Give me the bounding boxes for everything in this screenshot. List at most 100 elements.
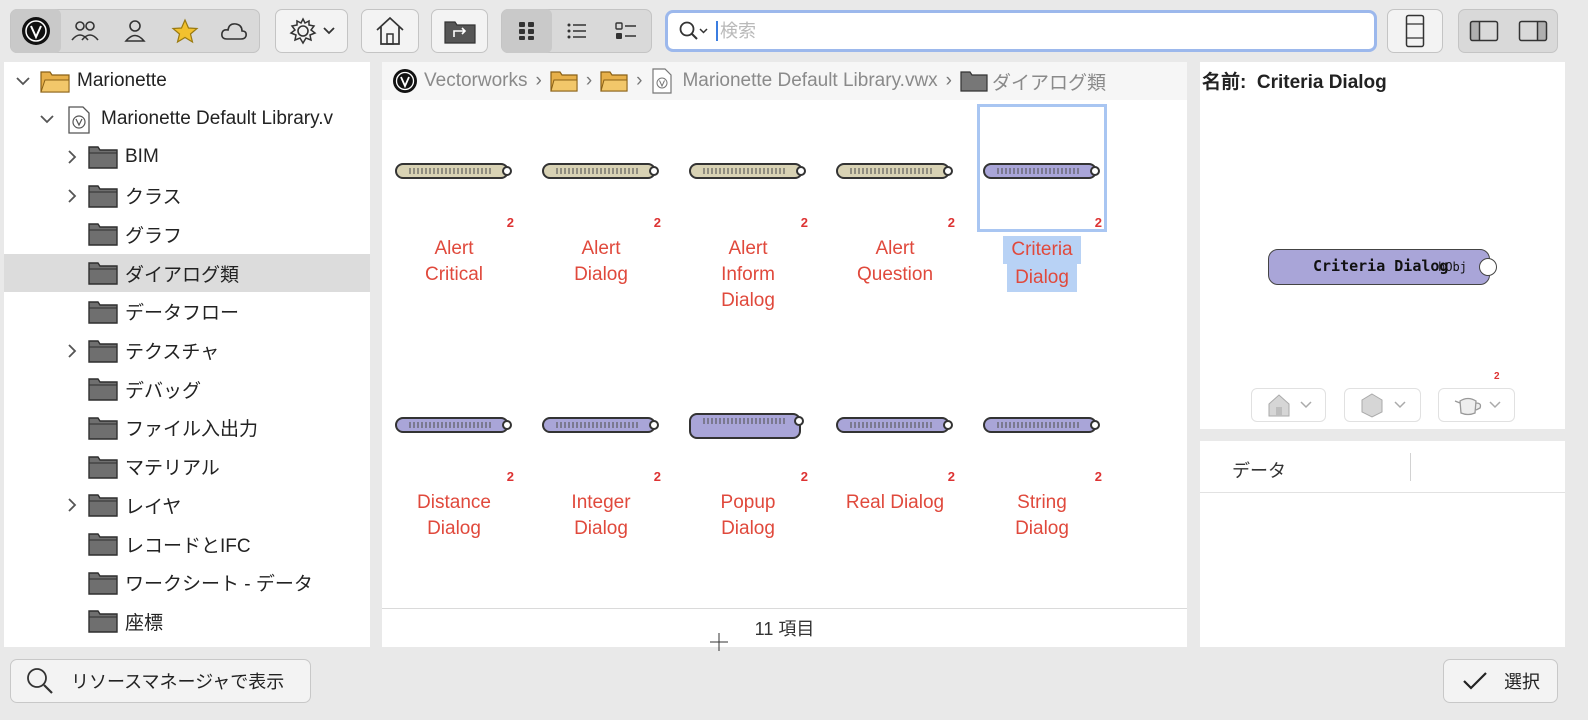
breadcrumb-separator: ›	[945, 70, 952, 91]
tree-folder-label: ダイアログ類	[125, 264, 240, 286]
node-thumbnail-text	[409, 168, 493, 174]
item-count-status: 11 項目	[382, 608, 1187, 647]
preview-mode-dropdown[interactable]	[1251, 388, 1326, 422]
column-divider[interactable]	[1410, 453, 1411, 481]
resource-thumbnail[interactable]: 2	[977, 358, 1107, 486]
resource-thumbnail[interactable]: 2	[536, 104, 666, 232]
grid-view-button[interactable]	[502, 9, 552, 53]
vectorworks-library-button[interactable]	[11, 9, 61, 53]
resource-thumbnail[interactable]: 2	[389, 358, 519, 486]
name-value: Criteria Dialog	[1256, 72, 1387, 93]
resource-tile-label-line: Dialog	[721, 518, 775, 539]
tree-folder-item[interactable]: BIM	[4, 138, 370, 176]
cloud-library-button[interactable]	[209, 9, 259, 53]
tree-folder-item[interactable]: グラフ	[4, 215, 370, 253]
tree-folder-label: データフロー	[125, 303, 240, 325]
tree-folder-item[interactable]: ダイアログ類	[4, 254, 370, 293]
tree-folder-item[interactable]: データフロー	[4, 293, 370, 331]
node-output-port	[649, 166, 659, 176]
tree-folder-label: レイヤ	[125, 496, 182, 518]
chevron-right-icon[interactable]	[65, 343, 79, 358]
tree-folder-item[interactable]: デバッグ	[4, 370, 370, 408]
folder-icon	[88, 378, 118, 401]
tree-folder-item[interactable]: テクスチャ	[4, 332, 370, 370]
parent-folder-button[interactable]	[431, 9, 488, 53]
home-button[interactable]	[361, 9, 419, 53]
search-field[interactable]: 検索	[665, 10, 1377, 52]
node-preview-title: Criteria Dialog	[1313, 257, 1449, 275]
tree-folder-item[interactable]: ファイル入出力	[4, 409, 370, 447]
chevron-right-icon[interactable]	[65, 150, 79, 164]
right-sidebar-icon	[1518, 20, 1547, 42]
resource-thumbnail[interactable]: 2	[536, 358, 666, 486]
node-output-port	[1090, 166, 1100, 176]
tree-file-node[interactable]: Marionette Default Library.v	[4, 100, 370, 138]
tree-folder-item[interactable]: レイヤ	[4, 486, 370, 524]
tree-folder-item[interactable]: マテリアル	[4, 448, 370, 486]
resource-thumbnail[interactable]: 2	[977, 104, 1107, 232]
tree-root-marionette[interactable]: Marionette	[4, 62, 370, 100]
resource-thumbnail[interactable]: 2	[830, 104, 960, 232]
preview-layout-button[interactable]	[1387, 9, 1443, 53]
node-output-port	[794, 416, 804, 426]
node-preview-port: hObj	[1438, 260, 1467, 274]
shared-library-button[interactable]	[61, 9, 111, 53]
search-placeholder[interactable]: 検索	[716, 21, 756, 41]
tree-folder-item[interactable]: レコードとIFC	[4, 525, 370, 563]
checkmark-icon	[1463, 672, 1487, 690]
node-thumbnail-bar	[689, 413, 804, 439]
tree-folder-item[interactable]: 座標	[4, 602, 370, 640]
folder-icon	[88, 262, 118, 285]
resource-tile-label-line: Integer	[571, 492, 631, 513]
folder-icon	[960, 71, 988, 92]
select-button[interactable]: 選択	[1443, 659, 1558, 703]
resource-tile-label-line: Alert	[581, 238, 621, 259]
detail-list-view-button[interactable]	[601, 9, 651, 53]
show-in-resource-manager-button[interactable]: リソースマネージャで表示	[10, 659, 311, 703]
tree-folder-item[interactable]: クラス	[4, 177, 370, 215]
grid-view-icon	[518, 22, 534, 40]
material-mode-dropdown[interactable]	[1344, 388, 1421, 422]
folder-icon	[88, 455, 118, 479]
vwx-file-icon	[68, 106, 90, 134]
toggle-left-sidebar-button[interactable]	[1459, 9, 1508, 53]
resource-tile-label-line: Popup	[720, 492, 776, 513]
toggle-right-sidebar-button[interactable]	[1508, 9, 1557, 53]
node-output-port	[796, 166, 806, 176]
preview-badge: 2	[1494, 371, 1500, 382]
crosshair-cursor-icon	[710, 633, 728, 651]
resource-tile-label-line: Alert	[728, 238, 768, 259]
tree-folder-item[interactable]: ワークシート - データ	[4, 564, 370, 602]
users-icon	[71, 21, 100, 41]
marionette-badge: 2	[947, 215, 955, 230]
breadcrumb-item-vectorworks[interactable]: Vectorworks	[424, 70, 527, 92]
resource-tile-label-line: Dialog	[574, 518, 628, 539]
user-library-button[interactable]	[110, 9, 160, 53]
vectorworks-logo-icon	[393, 69, 417, 93]
resource-thumbnail[interactable]: 2	[683, 104, 813, 232]
node-thumbnail-text	[997, 422, 1081, 428]
settings-menu-button[interactable]	[275, 9, 348, 53]
folder-up-icon	[443, 21, 476, 44]
data-column-header[interactable]: データ	[1232, 457, 1286, 483]
resource-thumbnail[interactable]: 2	[830, 358, 960, 486]
favorites-button[interactable]	[160, 9, 210, 53]
resource-tile-label: Alert Critical	[384, 236, 524, 288]
node-output-port	[649, 420, 659, 430]
vectorworks-logo-icon	[21, 17, 50, 45]
resource-thumbnail[interactable]: 2	[389, 104, 519, 232]
tree-label: Marionette	[77, 70, 167, 91]
render-mode-dropdown[interactable]	[1438, 388, 1515, 422]
marionette-badge: 2	[1094, 469, 1102, 484]
breadcrumb-item-file[interactable]: Marionette Default Library.vwx	[682, 70, 937, 92]
resource-thumbnail[interactable]: 2	[683, 358, 813, 486]
folder-icon[interactable]	[600, 69, 628, 93]
chevron-right-icon[interactable]	[65, 189, 79, 203]
breadcrumb-item-current-folder[interactable]: ダイアログ類	[992, 68, 1106, 95]
folder-icon[interactable]	[550, 69, 578, 93]
search-icon	[27, 668, 53, 694]
list-view-button[interactable]	[552, 9, 602, 53]
chevron-right-icon[interactable]	[65, 498, 79, 512]
node-output-port	[943, 420, 953, 430]
folder-icon	[88, 610, 118, 634]
